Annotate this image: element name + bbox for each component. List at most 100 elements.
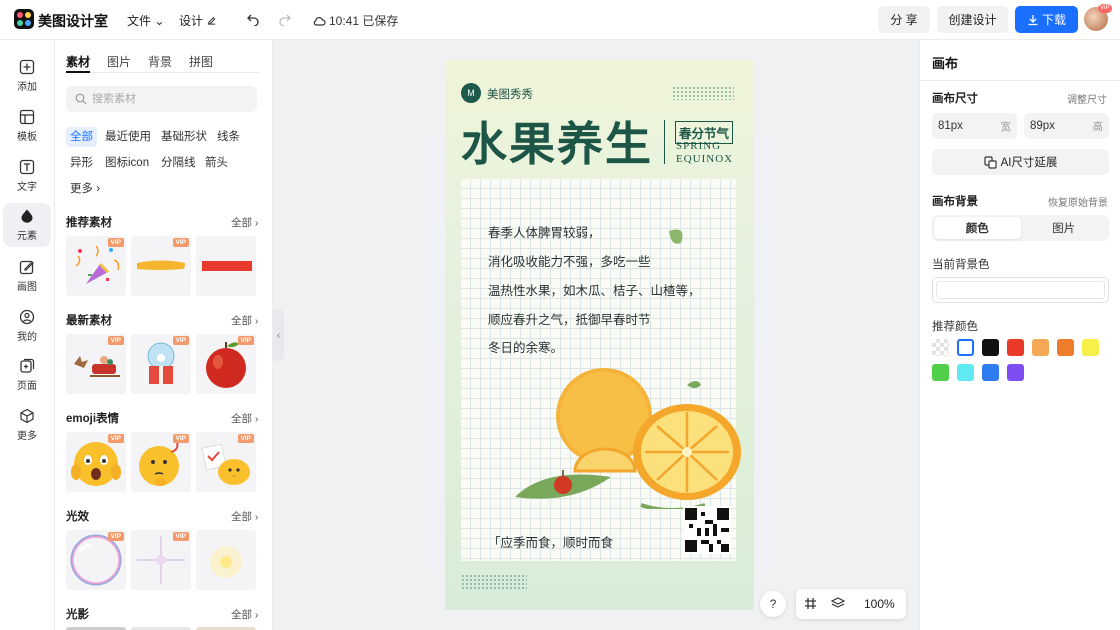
swatch-green[interactable] [932,364,949,381]
width-field[interactable]: 81px 宽 [932,113,1017,139]
rail-item-text[interactable]: 文字 [3,154,51,198]
help-button[interactable]: ? [760,591,786,617]
asset-reindeer-sleigh[interactable]: VIP [66,334,126,394]
share-button[interactable]: 分 享 [878,6,930,33]
all-label: 全部 [231,413,252,425]
chip-more[interactable]: 更多 › [66,179,104,199]
rail-item-page[interactable]: 页面 [3,353,51,397]
asset-sparkle-cross[interactable]: VIP [131,530,191,590]
file-menu-label: 文件 [127,14,152,28]
ai-resize-icon [983,155,997,169]
create-design-button[interactable]: 创建设计 [937,6,1008,33]
vip-badge: VIP [107,336,124,345]
asset-search[interactable] [66,86,257,112]
chip-lines[interactable]: 线条 [213,127,244,147]
asset-brush-stroke-yellow[interactable]: VIP [131,236,191,296]
rail-item-template[interactable]: 模板 [3,104,51,148]
grid-icon[interactable] [804,597,817,613]
undo-icon[interactable] [244,10,262,28]
rail-item-more[interactable]: 更多 [3,403,51,447]
vip-badge: VIP [107,532,124,541]
all-label: 全部 [231,511,252,523]
section-all-link[interactable]: 全部 › [231,607,258,622]
restore-bg-link[interactable]: 恢复原始背景 [1048,194,1108,209]
chip-irregular[interactable]: 异形 [66,153,97,173]
tab-collage[interactable]: 拼图 [189,53,213,70]
chevron-right-icon: › [96,183,101,195]
asset-emoji-thinking[interactable]: VIP [131,432,191,492]
rail-item-add[interactable]: 添加 [3,54,51,98]
plus-icon [19,59,35,75]
rail-label: 更多 [17,431,37,442]
ai-extend-button[interactable]: AI尺寸延展 [932,149,1109,175]
chip-basic-shapes[interactable]: 基础形状 [157,127,211,147]
asset-confetti-horn[interactable]: VIP [66,236,126,296]
seg-image[interactable]: 图片 [1021,217,1108,239]
design-menu[interactable]: 设计 [179,12,217,29]
tab-images[interactable]: 图片 [107,53,131,70]
chip-divider[interactable]: 分隔线 [157,153,200,173]
current-bg-color-input[interactable] [932,277,1109,303]
section-all-link[interactable]: 全部 › [231,509,258,524]
download-button[interactable]: 下载 [1015,6,1078,33]
seg-color[interactable]: 颜色 [934,217,1021,239]
swatch-red[interactable] [1007,339,1024,356]
vip-badge: VIP [107,434,124,443]
app-title[interactable]: 美图设计室 [38,11,108,31]
swatch-purple[interactable] [1007,364,1024,381]
rail-item-draw[interactable]: 画图 [3,254,51,298]
section-all-link[interactable]: 全部 › [231,313,258,328]
file-menu[interactable]: 文件 ⌄ [127,12,164,29]
panel-divider [920,80,1120,81]
text-icon [19,159,35,175]
swatch-light-orange[interactable] [1032,339,1049,356]
qr-code[interactable] [683,506,731,554]
app-logo-icon[interactable] [14,9,34,29]
asset-emoji-chick-checklist[interactable]: VIP [196,432,256,492]
adjust-size-link[interactable]: 调整尺寸 [1067,91,1107,106]
swatch-cyan[interactable] [957,364,974,381]
panel-tabs: 素材 图片 背景 拼图 [66,53,213,70]
asset-bubble[interactable]: VIP [66,530,126,590]
asset-snow-globe-gift[interactable]: VIP [131,334,191,394]
swatch-yellow[interactable] [1082,339,1099,356]
vip-badge: VIP [172,238,189,247]
layers-icon[interactable] [830,597,846,613]
recommended-colors-label: 推荐颜色 [932,321,978,333]
asset-red-bar[interactable] [196,236,256,296]
chip-recent[interactable]: 最近使用 [101,127,155,147]
rail-item-element[interactable]: 元素 [3,203,51,247]
rail-item-mine[interactable]: 我的 [3,304,51,348]
height-field[interactable]: 89px 高 [1024,113,1109,139]
poster-canvas[interactable]: M 美图秀秀 水果养生 春分节气 SPRING EQUINOX 春季人体脾胃较弱… [445,60,754,610]
tab-assets[interactable]: 素材 [66,53,90,70]
chip-arrows[interactable]: 箭头 [201,153,232,173]
redo-icon[interactable] [276,10,294,28]
rail-label: 页面 [17,381,37,392]
zoom-level[interactable]: 100% [864,597,895,611]
width-value: 81px [938,120,963,132]
swatch-transparent[interactable] [932,339,949,356]
panel-collapse-toggle[interactable]: ‹ [273,309,284,361]
asset-glow[interactable] [196,530,256,590]
all-label: 全部 [231,217,252,229]
asset-emoji-scared[interactable]: VIP [66,432,126,492]
vip-badge: VIP [237,434,254,443]
swatch-white[interactable] [957,339,974,356]
poster-brand: 美图秀秀 [487,89,533,101]
vip-badge: VIP [107,238,124,247]
section-title-latest: 最新素材 [66,315,112,327]
asset-red-apple[interactable]: VIP [196,334,256,394]
chip-all[interactable]: 全部 [66,127,97,147]
section-all-link[interactable]: 全部 › [231,411,258,426]
vip-badge: VIP [172,434,189,443]
left-rail: 添加 模板 文字 元素 画图 我的 页面 更多 [0,40,55,630]
section-all-link[interactable]: 全部 › [231,215,258,230]
swatch-black[interactable] [982,339,999,356]
swatch-orange[interactable] [1057,339,1074,356]
tab-backgrounds[interactable]: 背景 [148,53,172,70]
canvas-stage: M 美图秀秀 水果养生 春分节气 SPRING EQUINOX 春季人体脾胃较弱… [273,40,919,630]
search-input[interactable] [92,93,242,105]
chip-icons[interactable]: 图标icon [101,153,153,173]
swatch-blue[interactable] [982,364,999,381]
